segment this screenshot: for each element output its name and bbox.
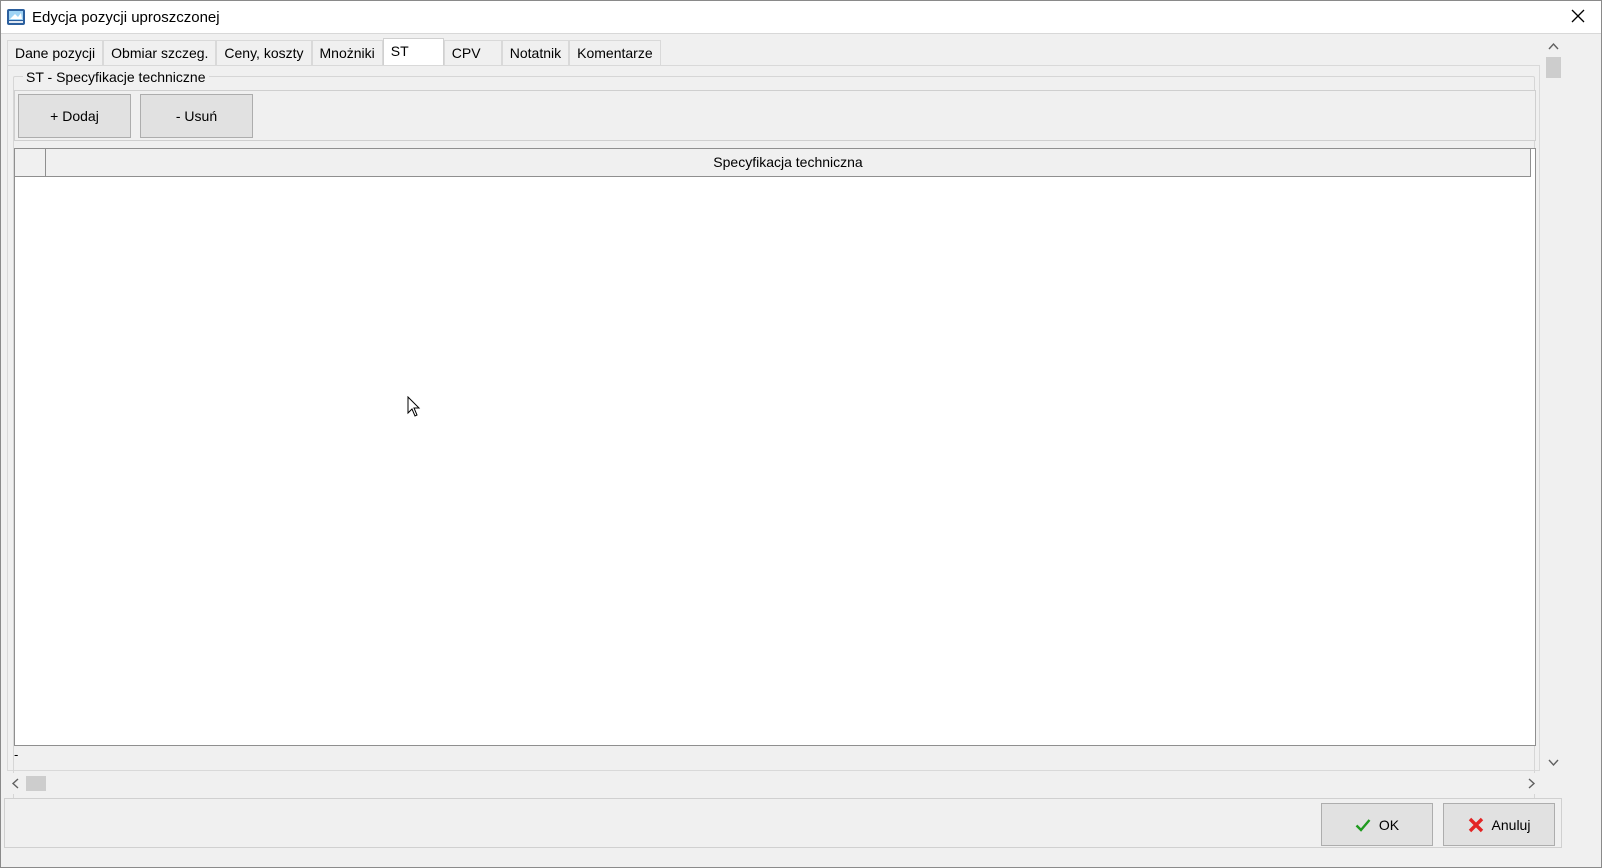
vertical-scroll-thumb[interactable] bbox=[1546, 57, 1561, 78]
cancel-label: Anuluj bbox=[1491, 816, 1531, 833]
tab-notatnik[interactable]: Notatnik bbox=[501, 40, 570, 66]
scroll-left-icon[interactable] bbox=[9, 777, 22, 790]
status-text: - bbox=[14, 747, 19, 762]
cancel-button[interactable]: Anuluj bbox=[1443, 803, 1555, 846]
ok-button[interactable]: OK bbox=[1321, 803, 1433, 846]
tab-st[interactable]: ST bbox=[382, 38, 444, 66]
scroll-up-icon[interactable] bbox=[1547, 40, 1560, 53]
close-button[interactable] bbox=[1555, 1, 1601, 34]
dialog-footer: OK Anuluj bbox=[4, 798, 1562, 848]
tab-strip: Dane pozycji Obmiar szczeg. Ceny, koszty… bbox=[7, 38, 661, 66]
tab-cpv[interactable]: CPV bbox=[443, 40, 502, 66]
add-button[interactable]: + Dodaj bbox=[18, 94, 131, 138]
grid-corner-cell[interactable] bbox=[15, 149, 46, 176]
title-bar: Edycja pozycji uproszczonej bbox=[1, 1, 1601, 34]
st-toolbar: + Dodaj - Usuń bbox=[14, 90, 1536, 141]
tab-obmiar-szczeg[interactable]: Obmiar szczeg. bbox=[103, 40, 217, 66]
close-icon bbox=[1571, 9, 1585, 26]
mouse-pointer-icon bbox=[407, 395, 421, 418]
group-title: ST - Specyfikacje techniczne bbox=[23, 69, 209, 85]
tab-mnozniki[interactable]: Mnożniki bbox=[311, 40, 383, 66]
vertical-scrollbar[interactable] bbox=[1544, 37, 1563, 772]
tab-ceny-koszty[interactable]: Ceny, koszty bbox=[216, 40, 312, 66]
ok-label: OK bbox=[1378, 816, 1400, 833]
cancel-x-icon bbox=[1468, 817, 1484, 833]
check-icon bbox=[1355, 818, 1371, 832]
scroll-right-icon[interactable] bbox=[1525, 777, 1538, 790]
column-header-specyfikacja[interactable]: Specyfikacja techniczna bbox=[46, 149, 1531, 176]
grid-header: Specyfikacja techniczna bbox=[15, 149, 1531, 177]
tab-dane-pozycji[interactable]: Dane pozycji bbox=[7, 40, 104, 66]
horizontal-scroll-thumb[interactable] bbox=[26, 776, 46, 791]
dialog-window: Edycja pozycji uproszczonej Dane pozycji… bbox=[0, 0, 1602, 868]
app-logo-icon bbox=[6, 7, 26, 27]
delete-button[interactable]: - Usuń bbox=[140, 94, 253, 138]
tab-komentarze[interactable]: Komentarze bbox=[569, 40, 661, 66]
window-title: Edycja pozycji uproszczonej bbox=[32, 9, 220, 26]
spec-grid[interactable]: Specyfikacja techniczna bbox=[14, 148, 1536, 746]
horizontal-scrollbar[interactable] bbox=[5, 773, 1541, 794]
scroll-down-icon[interactable] bbox=[1547, 756, 1560, 769]
